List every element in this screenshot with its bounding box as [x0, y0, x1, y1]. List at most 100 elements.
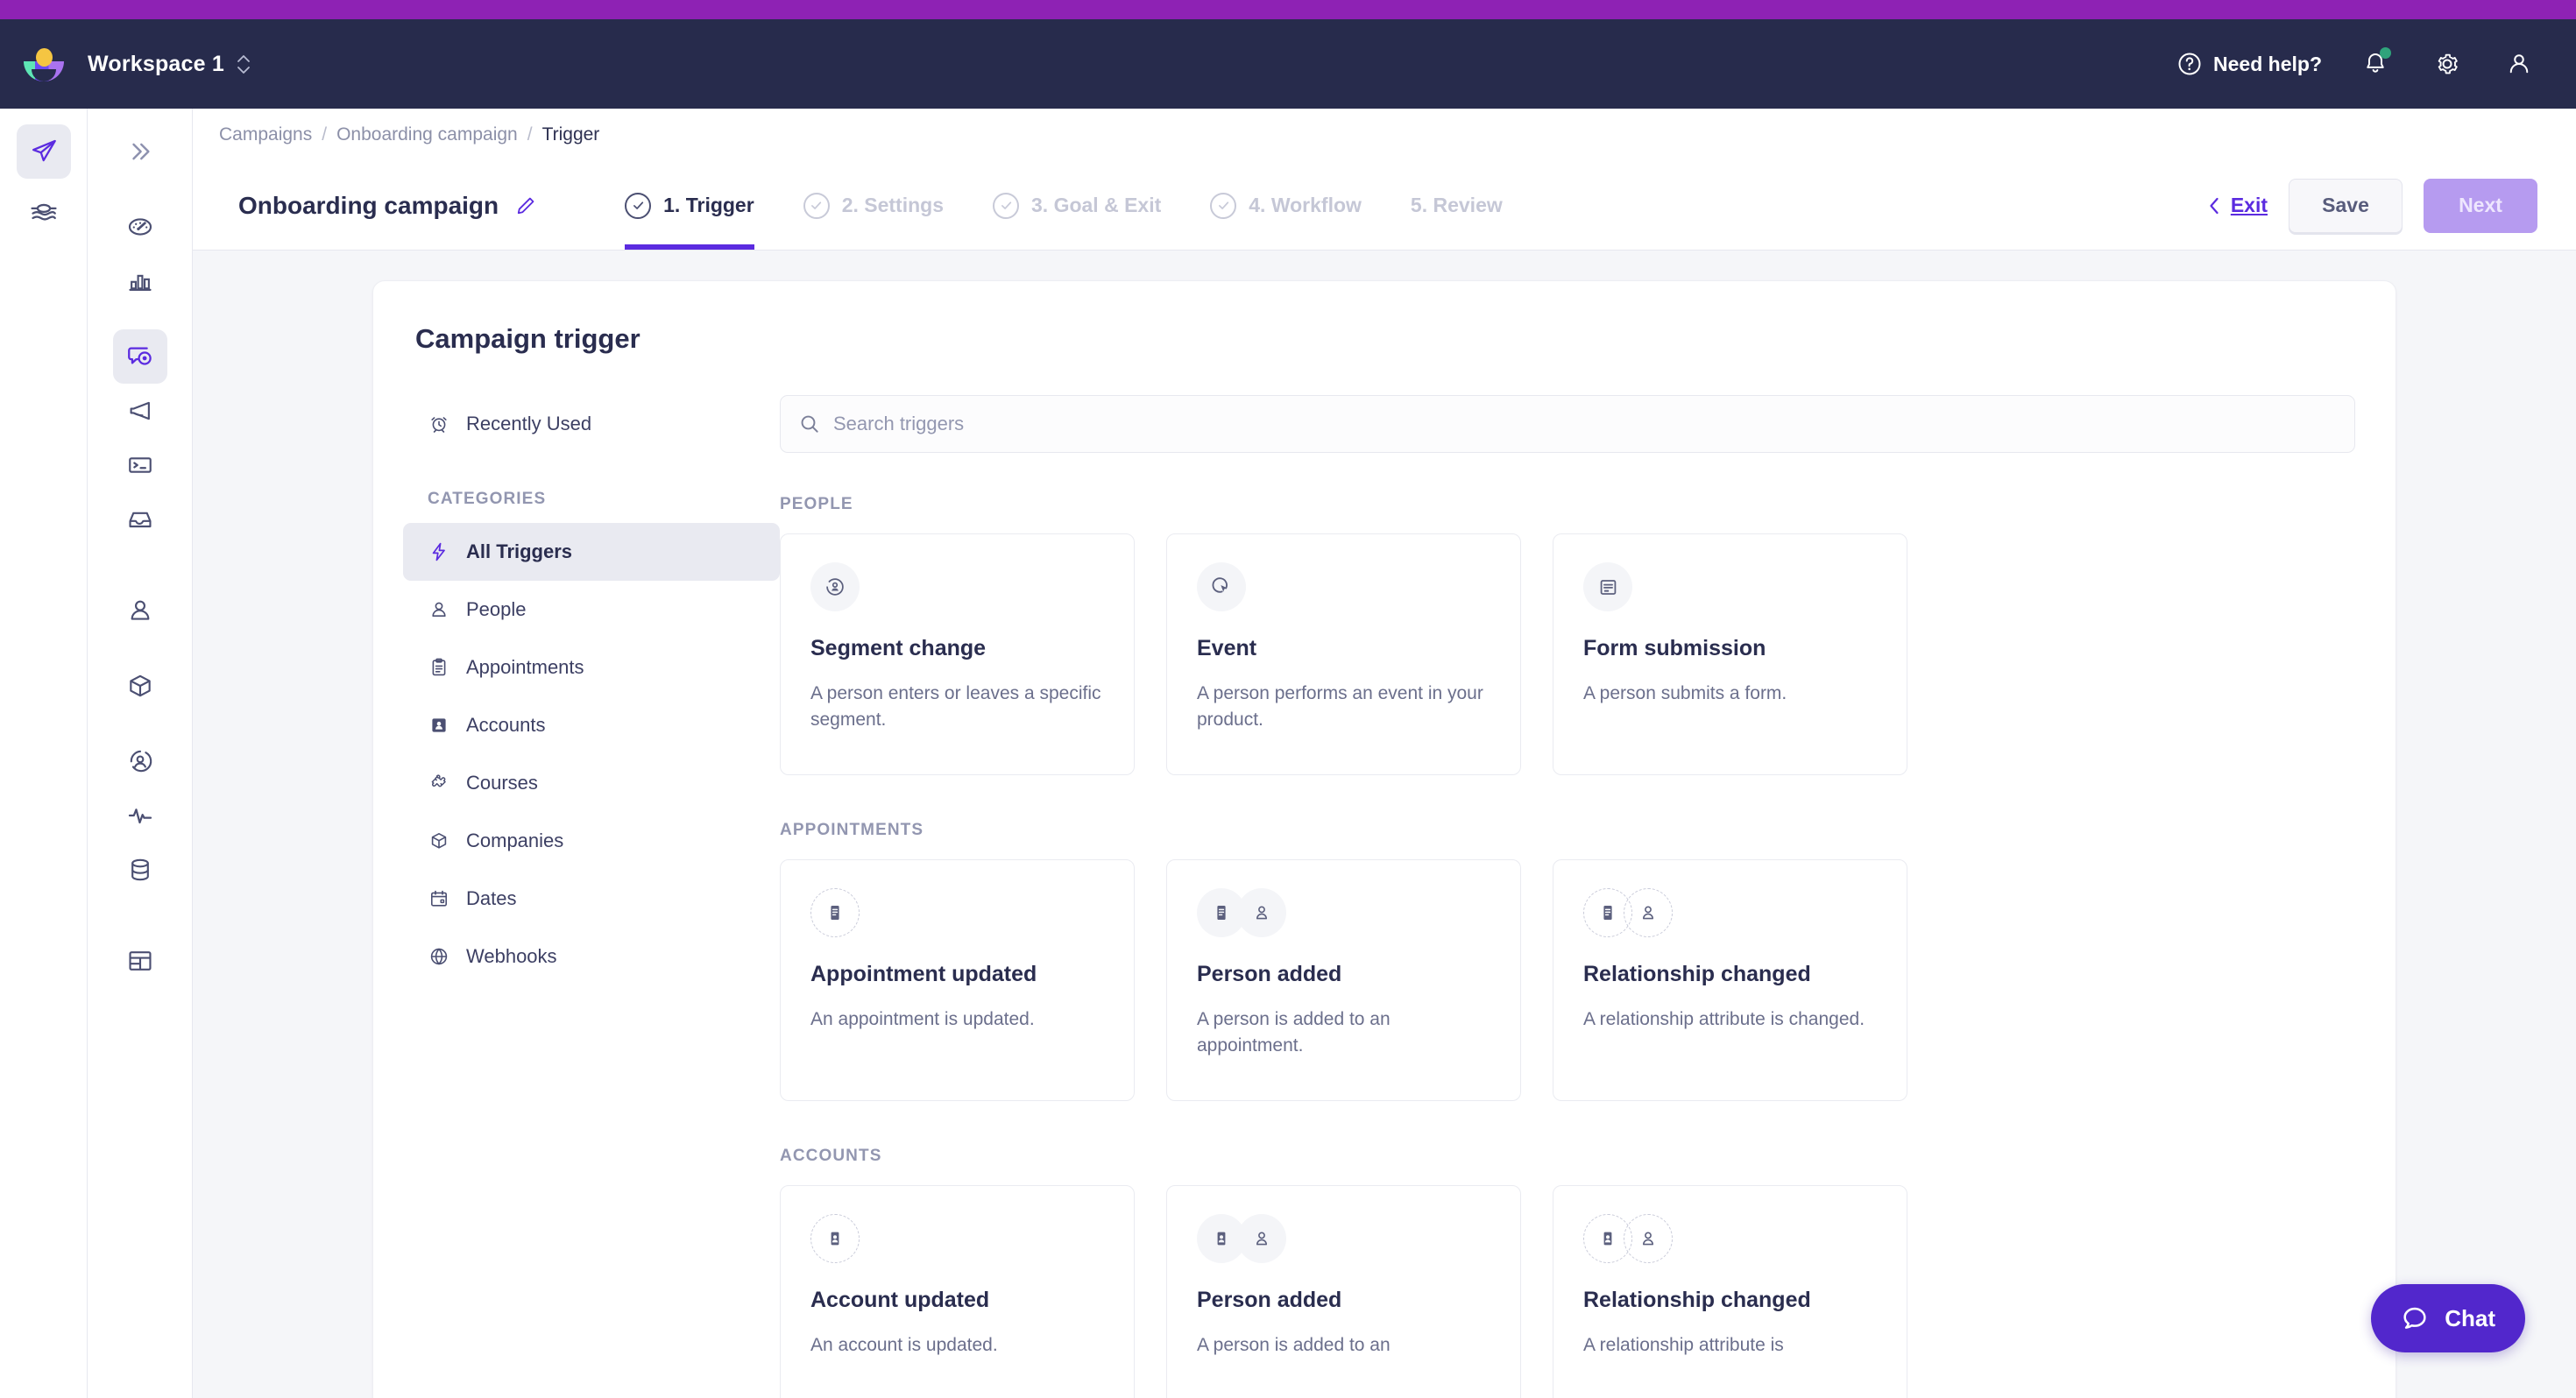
category-companies[interactable]: Companies [403, 812, 780, 870]
card-title: Segment change [810, 636, 987, 660]
sidebar-item-data[interactable] [113, 843, 167, 897]
person-icon [1237, 1214, 1286, 1263]
category-dates[interactable]: Dates [403, 870, 780, 928]
sidebar-item-broadcasts[interactable] [113, 384, 167, 438]
check-circle-icon [803, 192, 830, 219]
chat-label: Chat [2445, 1304, 2495, 1331]
panel-title: Campaign trigger [415, 323, 640, 354]
breadcrumb-item-trigger[interactable]: Trigger [542, 124, 600, 145]
breadcrumb-item-campaigns[interactable]: Campaigns [219, 124, 312, 145]
category-label: All Triggers [466, 540, 573, 562]
trigger-card-appointment-updated[interactable]: Appointment updated An appointment is up… [780, 859, 1135, 1101]
account-button[interactable] [2501, 46, 2537, 82]
category-webhooks[interactable]: Webhooks [403, 928, 780, 985]
save-button[interactable]: Save [2289, 178, 2403, 233]
breadcrumb: Campaigns / Onboarding campaign / Trigge… [193, 109, 2576, 161]
database-icon [126, 856, 154, 884]
sidebar-item-layers[interactable] [17, 186, 71, 240]
sidebar-item-campaigns[interactable] [16, 124, 71, 179]
trigger-card-segment-change[interactable]: Segment change A person enters or leaves… [780, 533, 1135, 775]
help-circle-icon [2176, 51, 2203, 77]
card-icons [1583, 562, 1880, 611]
category-recently-used[interactable]: Recently Used [403, 395, 780, 453]
secondary-sidebar-rail [88, 109, 193, 1398]
notifications-button[interactable] [2357, 46, 2394, 82]
trigger-card-appointment-relationship-changed[interactable]: Relationship changed A relationship attr… [1553, 859, 1907, 1101]
card-title: Form submission [1583, 636, 1766, 660]
sidebar-item-companies[interactable] [113, 659, 167, 713]
id-card-icon [428, 715, 450, 736]
workspace-name: Workspace 1 [88, 51, 224, 76]
category-appointments[interactable]: Appointments [403, 639, 780, 696]
trigger-card-account-relationship-changed[interactable]: Relationship changed A relationship attr… [1553, 1185, 1907, 1398]
trigger-card-account-person-added[interactable]: Person added A person is added to an [1166, 1185, 1521, 1398]
app-logo[interactable] [0, 46, 88, 81]
trigger-card-event[interactable]: Event A person performs an event in your… [1166, 533, 1521, 775]
settings-button[interactable] [2429, 46, 2466, 82]
bar-chart-icon [126, 267, 154, 295]
chat-button[interactable]: Chat [2371, 1284, 2525, 1352]
layers-icon [29, 198, 59, 228]
card-title: Person added [1197, 962, 1342, 986]
category-label: Webhooks [466, 945, 557, 967]
pencil-icon[interactable] [514, 194, 537, 217]
card-description: An appointment is updated. [810, 1009, 1035, 1029]
person-icon [428, 599, 450, 620]
category-label: Dates [466, 887, 517, 909]
sidebar-expand-button[interactable] [113, 124, 167, 179]
sidebar-item-tables[interactable] [113, 934, 167, 988]
app-screen: Workspace 1 Need help? Campaigns / Onboa… [0, 0, 2576, 1398]
card-description: A person is added to an [1197, 1335, 1391, 1355]
wizard-step-goal-exit[interactable]: 3. Goal & Exit [993, 161, 1161, 250]
campaign-trigger-panel: Campaign trigger Recently Used CATEGORIE… [372, 280, 2396, 1398]
wizard-step-review[interactable]: 5. Review [1411, 161, 1503, 250]
card-row-people: Segment change A person enters or leaves… [780, 533, 2355, 775]
sidebar-item-console[interactable] [113, 438, 167, 492]
wizard-step-label: 2. Settings [841, 194, 944, 216]
card-title: Account updated [810, 1288, 990, 1312]
sidebar-item-dashboard[interactable] [113, 200, 167, 254]
sidebar-item-inbox[interactable] [113, 492, 167, 547]
trigger-card-form-submission[interactable]: Form submission A person submits a form. [1553, 533, 1907, 775]
chat-bubble-icon [2401, 1304, 2429, 1332]
category-courses[interactable]: Courses [403, 754, 780, 812]
terminal-icon [126, 451, 154, 479]
card-title: Appointment updated [810, 962, 1037, 986]
chevron-updown-icon [237, 54, 251, 74]
sidebar-item-accounts[interactable] [113, 734, 167, 788]
category-all-triggers[interactable]: All Triggers [403, 523, 780, 581]
trigger-list: Search triggers PEOPLE Segment change A … [780, 395, 2396, 1398]
table-icon [126, 947, 154, 975]
card-icons [810, 1214, 1108, 1263]
wizard-step-settings[interactable]: 2. Settings [803, 161, 944, 250]
notification-badge [2380, 47, 2391, 59]
wizard-step-workflow[interactable]: 4. Workflow [1210, 161, 1362, 250]
category-label: Companies [466, 830, 564, 851]
person-icon [1624, 1214, 1673, 1263]
category-people[interactable]: People [403, 581, 780, 639]
need-help-button[interactable]: Need help? [2176, 51, 2322, 77]
sidebar-item-campaign-builder[interactable] [113, 329, 167, 384]
person-icon [1624, 888, 1673, 937]
search-placeholder: Search triggers [833, 413, 965, 434]
workspace-switcher[interactable]: Workspace 1 [88, 52, 251, 77]
megaphone-icon [126, 397, 154, 425]
trigger-card-appointment-person-added[interactable]: Person added A person is added to an app… [1166, 859, 1521, 1101]
sidebar-item-people[interactable] [113, 583, 167, 638]
wizard-steps: 1. Trigger 2. Settings 3. Goal & Exit 4.… [625, 161, 1503, 250]
exit-button[interactable]: Exit [2206, 194, 2268, 217]
chevrons-right-icon [127, 138, 153, 165]
search-trigger-field[interactable]: Search triggers [780, 395, 2355, 453]
breadcrumb-item-onboarding-campaign[interactable]: Onboarding campaign [336, 124, 518, 145]
sidebar-item-activity[interactable] [113, 788, 167, 843]
category-label: Recently Used [466, 413, 592, 434]
next-button[interactable]: Next [2424, 178, 2537, 233]
sidebar-item-reports[interactable] [113, 254, 167, 308]
wizard-step-trigger[interactable]: 1. Trigger [625, 161, 754, 250]
page-content: Campaign trigger Recently Used CATEGORIE… [193, 251, 2576, 1398]
click-event-icon [1197, 562, 1246, 611]
category-accounts[interactable]: Accounts [403, 696, 780, 754]
trigger-card-account-updated[interactable]: Account updated An account is updated. [780, 1185, 1135, 1398]
clipboard-icon [810, 888, 860, 937]
card-description: A relationship attribute is [1583, 1335, 1784, 1355]
